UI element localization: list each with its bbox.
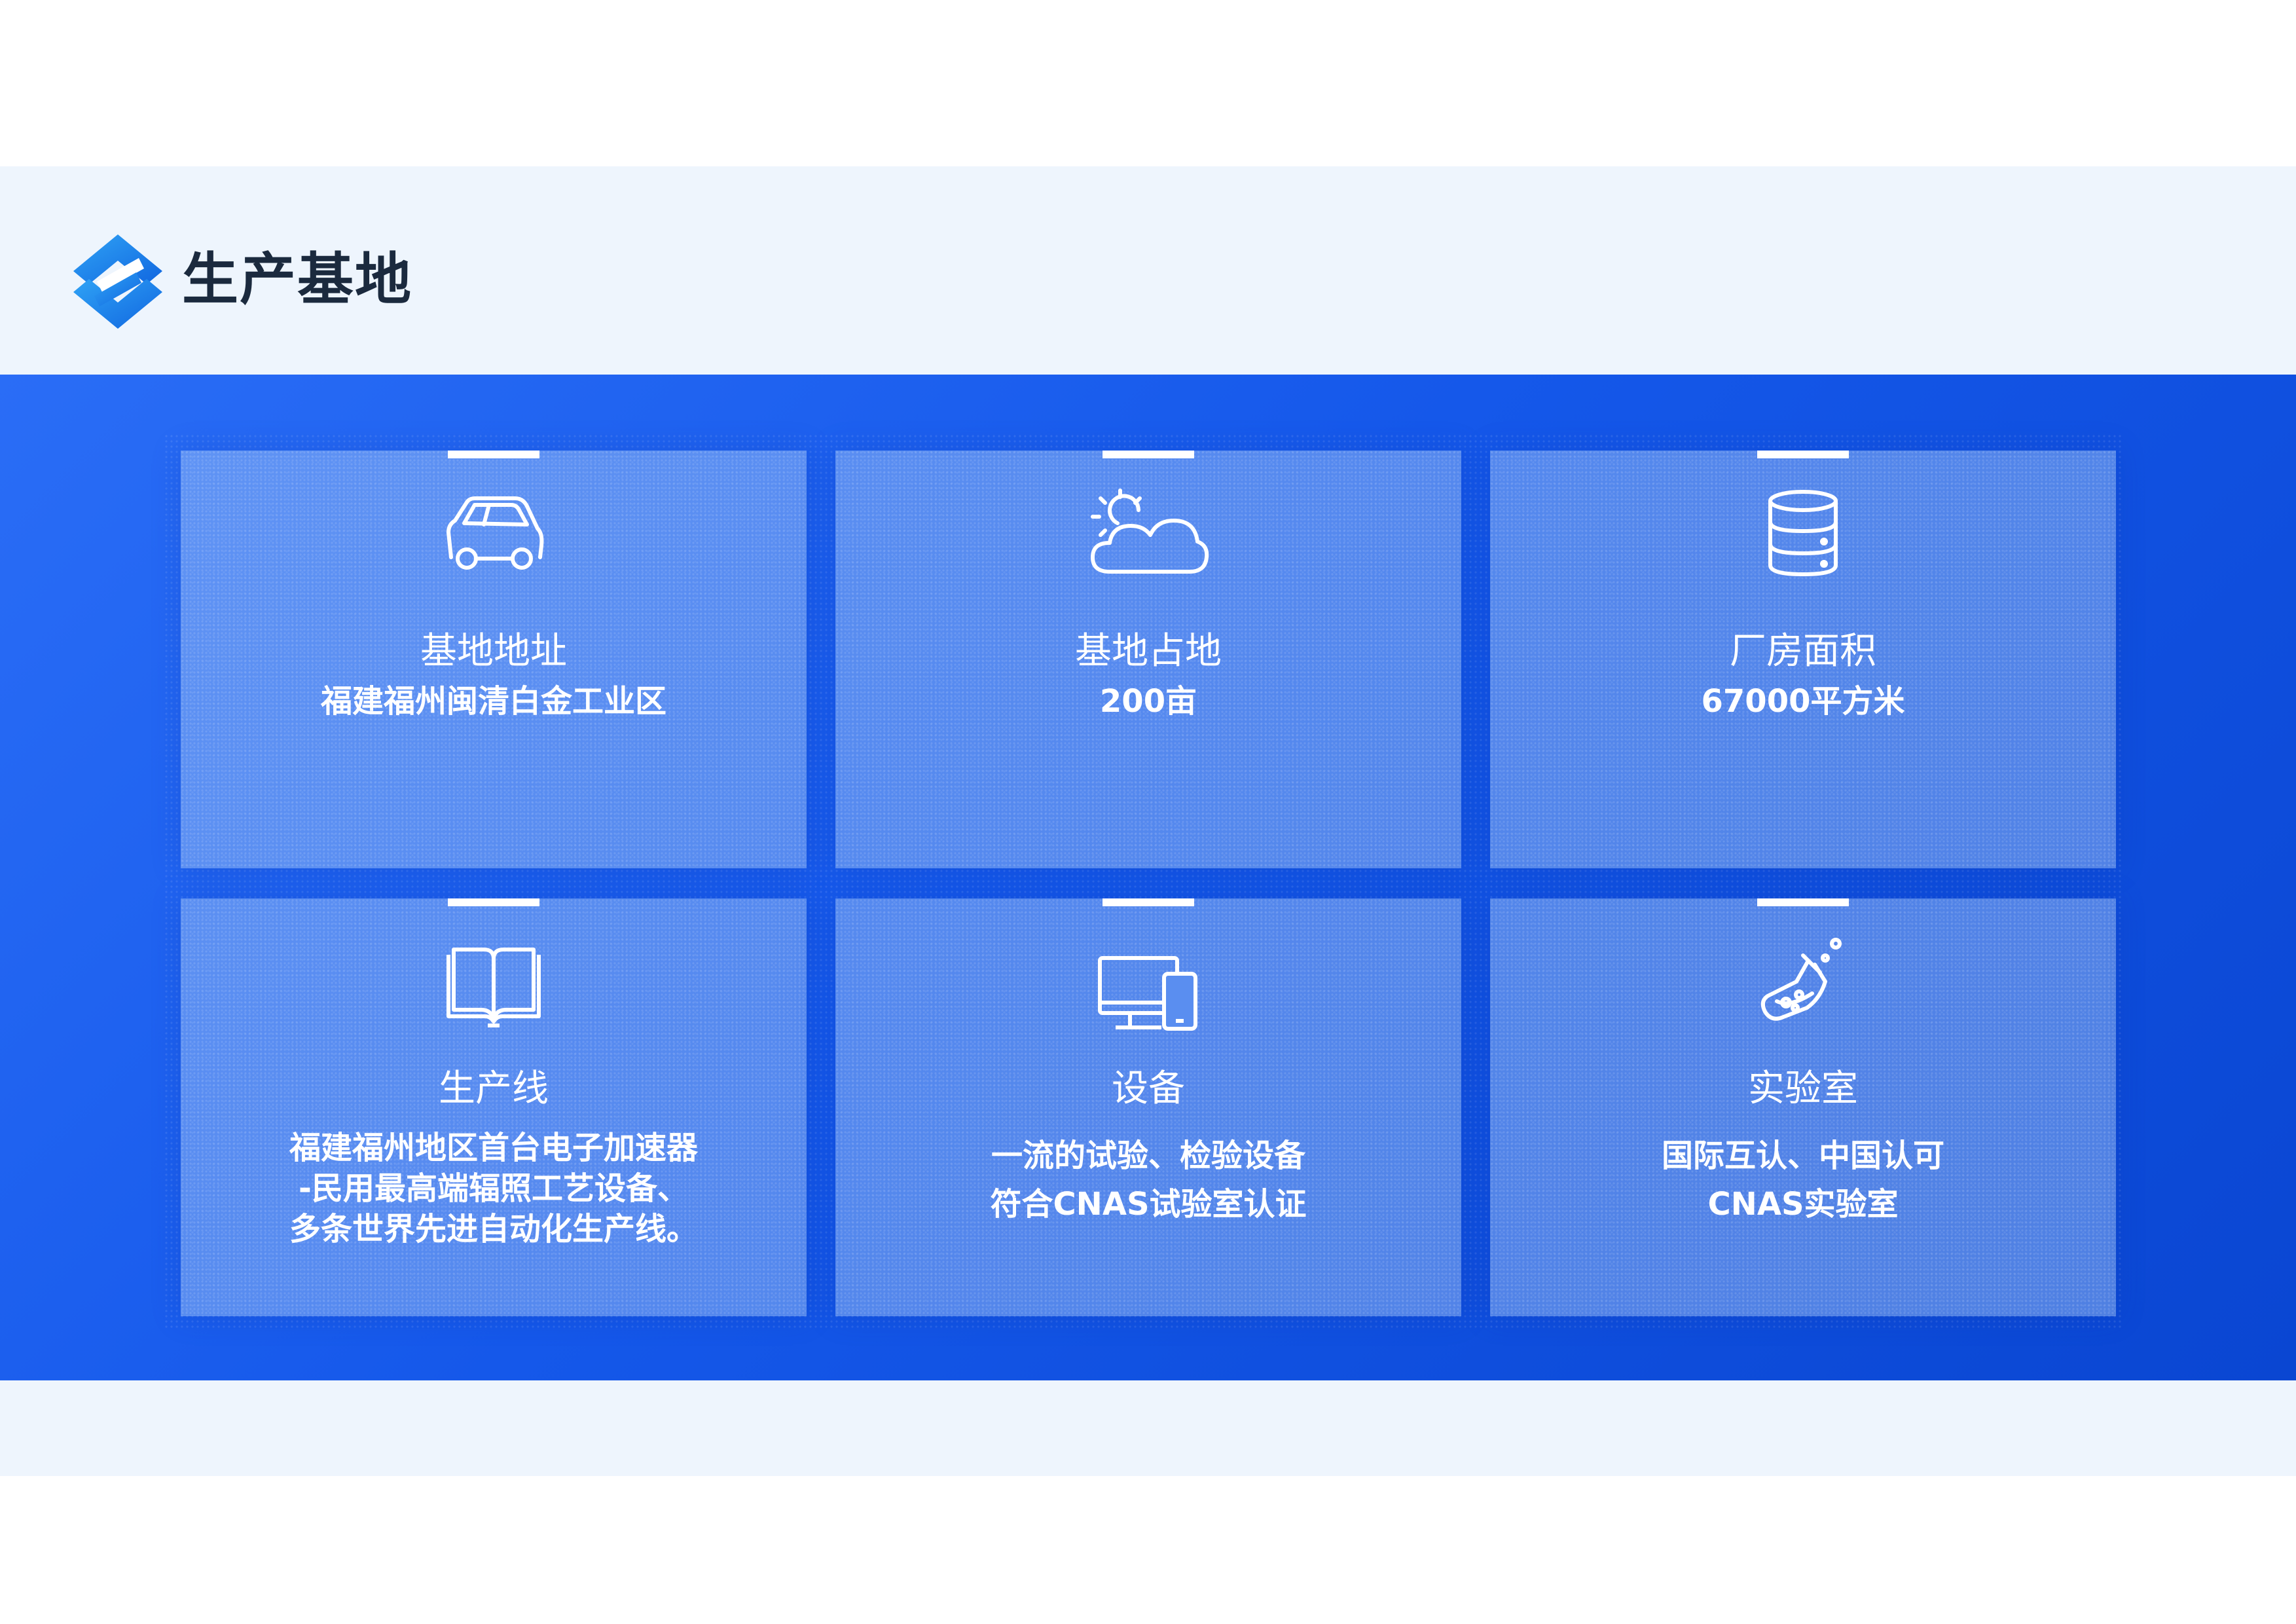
card-equipment: 设备 一流的试验、检验设备 符合CNAS试验室认证 bbox=[835, 898, 1461, 1316]
car-icon bbox=[181, 485, 807, 583]
card-top-bar bbox=[448, 451, 539, 458]
card-top-bar bbox=[1102, 451, 1194, 458]
card-label: 设备 bbox=[1112, 1067, 1185, 1110]
card-value: 国际互认、中国认可 CNAS实验室 bbox=[1661, 1137, 1944, 1223]
card-top-bar bbox=[1102, 898, 1194, 906]
info-panel: 基地地址 福建福州闽清白金工业区 基地占地 200亩 厂房面积 67000平方米… bbox=[0, 375, 2296, 1380]
card-label: 基地占地 bbox=[1075, 630, 1222, 673]
book-icon bbox=[181, 938, 807, 1036]
brand-logo-icon bbox=[73, 234, 162, 329]
card-laboratory: 实验室 国际互认、中国认可 CNAS实验室 bbox=[1490, 898, 2116, 1316]
card-production-line: 生产线 福建福州地区首台电子加速器 -民用最高端辐照工艺设备、 多条世界先进自动… bbox=[181, 898, 807, 1316]
card-value: 福建福州地区首台电子加速器 -民用最高端辐照工艺设备、 多条世界先进自动化生产线… bbox=[289, 1130, 698, 1247]
sun-cloud-icon bbox=[835, 483, 1461, 581]
card-top-bar bbox=[1757, 451, 1849, 458]
card-label: 实验室 bbox=[1748, 1067, 1858, 1110]
flask-icon bbox=[1490, 932, 2116, 1031]
card-base-area: 基地占地 200亩 bbox=[835, 451, 1461, 868]
database-icon bbox=[1490, 485, 2116, 583]
page-title: 生产基地 bbox=[182, 247, 412, 312]
page: 生产基地 基地地址 福建福州闽清白金工业区 基地占地 200亩 厂房面积 670… bbox=[0, 0, 2296, 1624]
card-top-bar bbox=[448, 898, 539, 906]
card-factory-area: 厂房面积 67000平方米 bbox=[1490, 451, 2116, 868]
card-value: 67000平方米 bbox=[1701, 683, 1905, 720]
header: 生产基地 bbox=[0, 166, 2296, 375]
computer-icon bbox=[835, 944, 1461, 1043]
card-value: 200亩 bbox=[1099, 683, 1197, 720]
card-label: 基地地址 bbox=[420, 630, 567, 673]
card-value: 一流的试验、检验设备 符合CNAS试验室认证 bbox=[990, 1137, 1307, 1223]
card-label: 生产线 bbox=[439, 1067, 549, 1110]
card-base-address: 基地地址 福建福州闽清白金工业区 bbox=[181, 451, 807, 868]
card-label: 厂房面积 bbox=[1730, 630, 1876, 673]
card-value: 福建福州闽清白金工业区 bbox=[320, 683, 666, 720]
card-top-bar bbox=[1757, 898, 1849, 906]
